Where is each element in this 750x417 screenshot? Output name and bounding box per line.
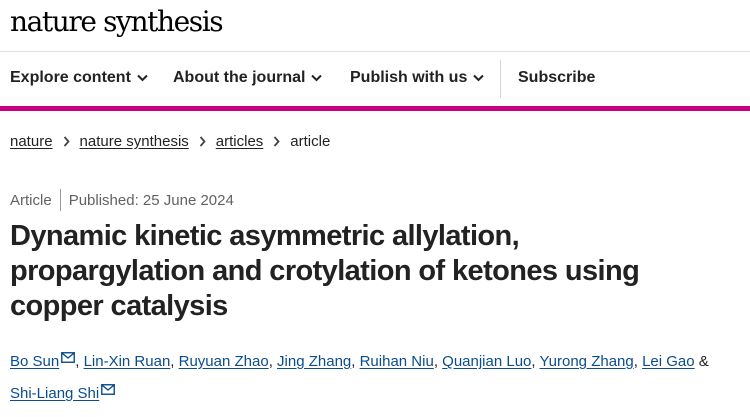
chevron-right-icon	[273, 136, 281, 147]
nav-item-label: About the journal	[173, 69, 306, 86]
author-link[interactable]: Ruihan Niu	[360, 353, 434, 370]
nav-publish-with-us[interactable]: Publish with us	[350, 69, 485, 87]
author-conjunction: &	[698, 353, 709, 370]
chevron-right-icon	[199, 136, 206, 147]
envelope-icon[interactable]	[61, 344, 76, 373]
author-link[interactable]: Jing Zhang	[277, 353, 351, 370]
author-link[interactable]: Bo Sun	[10, 353, 59, 370]
article-title: Dynamic kinetic asymmetric allylation, p…	[10, 220, 640, 322]
nav-about-journal[interactable]: About the journal	[173, 69, 323, 87]
subscribe-link[interactable]: Subscribe	[518, 69, 595, 87]
chevron-down-icon	[473, 74, 485, 82]
author-separator: ,	[75, 353, 80, 370]
author-separator: ,	[633, 353, 638, 370]
breadcrumb-link-nature[interactable]: nature	[10, 133, 53, 150]
nav-divider	[500, 60, 501, 98]
nav-item-label: Publish with us	[350, 69, 468, 86]
author-link[interactable]: Lei Gao	[642, 353, 695, 370]
article-meta: Article Published: 25 June 2024	[10, 189, 234, 211]
author-link[interactable]: Shi-Liang Shi	[10, 385, 99, 402]
breadcrumb-link-nature-synthesis[interactable]: nature synthesis	[80, 133, 189, 150]
author-link[interactable]: Ruyuan Zhao	[179, 353, 269, 370]
nav-item-label: Explore content	[10, 69, 131, 86]
breadcrumb-current: article	[290, 133, 331, 150]
breadcrumb: nature nature synthesis articles article	[10, 133, 330, 150]
author-list: Bo Sun, Lin-Xin Ruan, Ruyuan Zhao, Jing …	[10, 344, 745, 408]
author-link[interactable]: Quanjian Luo	[442, 353, 531, 370]
published-date: Published: 25 June 2024	[68, 191, 234, 209]
envelope-icon[interactable]	[101, 376, 116, 405]
author-separator: ,	[531, 353, 536, 370]
chevron-right-icon	[63, 136, 70, 147]
nav-explore-content[interactable]: Explore content	[10, 69, 148, 87]
breadcrumb-link-articles[interactable]: articles	[216, 133, 264, 150]
chevron-down-icon	[311, 74, 323, 82]
chevron-down-icon	[137, 74, 148, 82]
author-separator: ,	[268, 353, 273, 370]
author-separator: ,	[351, 353, 356, 370]
author-separator: ,	[433, 353, 438, 370]
author-link[interactable]: Yurong Zhang	[539, 353, 633, 370]
meta-divider	[59, 189, 61, 211]
logo-bar: nature synthesis	[0, 0, 750, 52]
accent-bar	[0, 106, 750, 111]
main-nav: Explore content About the journal Publis…	[0, 52, 750, 106]
article-type: Article	[10, 191, 52, 209]
journal-logo[interactable]: nature synthesis	[10, 5, 224, 38]
author-link[interactable]: Lin-Xin Ruan	[84, 353, 171, 370]
author-separator: ,	[170, 353, 175, 370]
